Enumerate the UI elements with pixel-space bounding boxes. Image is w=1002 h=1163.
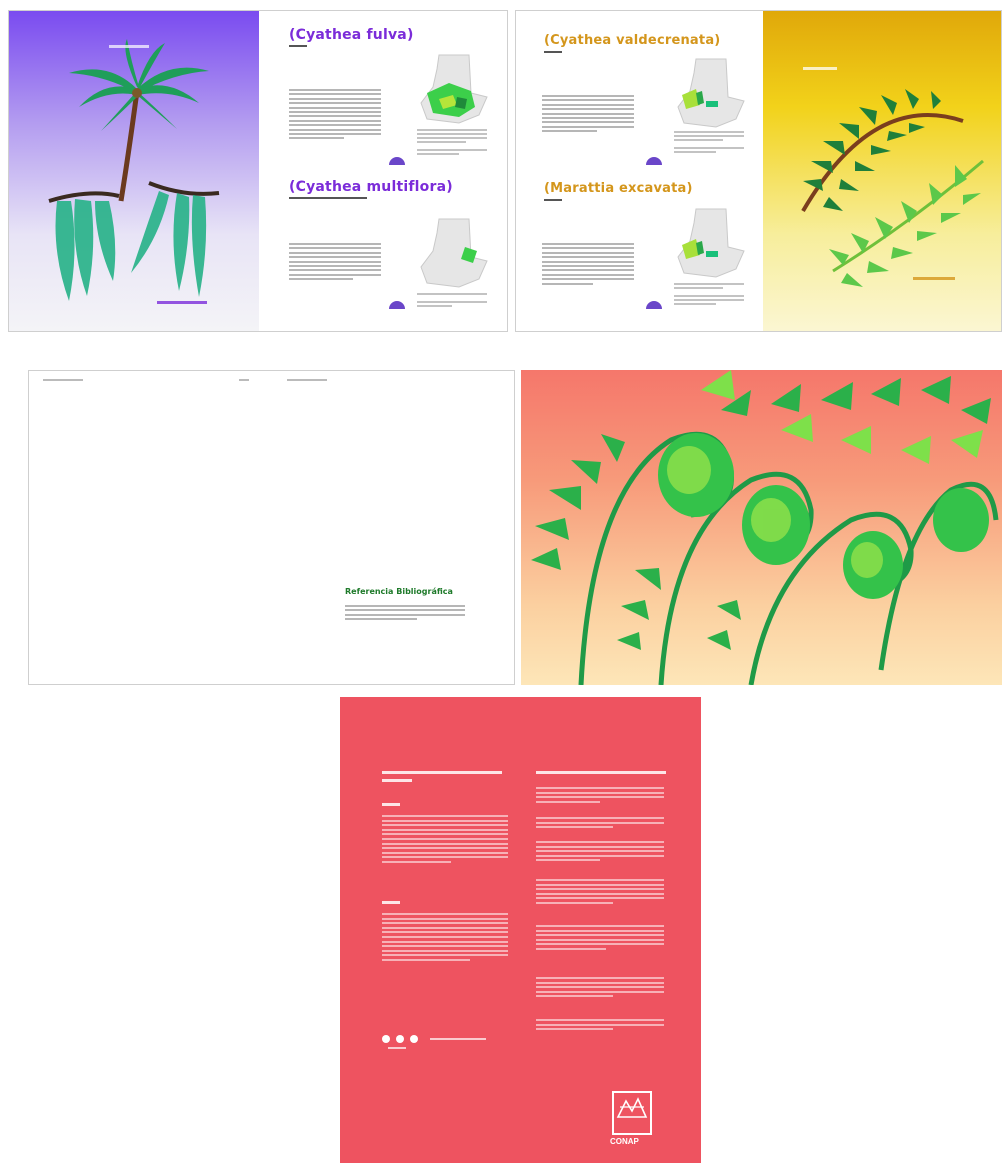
- running-header-right: [287, 379, 327, 381]
- spread-2-right-page: [763, 11, 1001, 331]
- website-text: [430, 1038, 486, 1040]
- bibliography-heading: Referencia Bibliográfica: [345, 587, 453, 596]
- guatemala-distribution-map-3: [677, 58, 745, 128]
- social-handle: [388, 1047, 406, 1049]
- conap-logo: [612, 1091, 652, 1135]
- back-cover-heading-left: [382, 771, 502, 774]
- vision-text: [382, 913, 508, 964]
- species-status-icon-4: [646, 301, 662, 309]
- fern-fiddleheads-illustration: [531, 370, 999, 685]
- spread-1: (Cyathea fulva) (Cyathea multiflora): [8, 10, 508, 332]
- spread-3-left-page: [29, 371, 273, 684]
- functions-text-2: [536, 817, 664, 831]
- spread-2: (Cyathea valdecrenata) (Marattia excavat…: [515, 10, 1002, 332]
- species-status-icon: [389, 157, 405, 165]
- functions-text-4: [536, 879, 664, 907]
- species-title-cyathea-multiflora: (Cyathea multiflora): [289, 179, 453, 195]
- twitter-icon[interactable]: [410, 1035, 418, 1043]
- species-subtitle: [544, 51, 562, 53]
- functions-text-1: [536, 787, 664, 805]
- guatemala-distribution-map: [420, 54, 488, 124]
- back-cover: CONAP: [340, 697, 701, 1163]
- species-title-marattia-excavata: (Marattia excavata): [544, 181, 693, 196]
- functions-heading: [536, 771, 666, 774]
- spread-1-right-page: (Cyathea fulva) (Cyathea multiflora): [259, 11, 507, 331]
- guatemala-distribution-map-4: [677, 208, 745, 278]
- vision-heading: [382, 901, 400, 904]
- spread-1-left-page: [9, 11, 259, 331]
- functions-text-7: [536, 1019, 664, 1033]
- conap-logo-text: CONAP: [610, 1137, 639, 1146]
- map-caption-4: [674, 283, 744, 305]
- conap-logo-emblem: [616, 1097, 648, 1118]
- species-status-icon-2: [389, 301, 405, 309]
- right-page-caption-bottom: [913, 277, 955, 280]
- page-number-left: [239, 379, 249, 381]
- bibliography-text: [345, 605, 465, 623]
- species-body-text-2: [542, 243, 634, 287]
- back-cover-heading-left-2: [382, 779, 412, 782]
- functions-text-5: [536, 925, 664, 953]
- mission-heading: [382, 803, 400, 806]
- map-caption: [417, 129, 487, 155]
- species-subtitle-2: [544, 199, 562, 201]
- spread-3-right-page: Referencia Bibliográfica: [273, 371, 514, 684]
- guatemala-distribution-map-2: [420, 218, 488, 288]
- functions-text-6: [536, 977, 664, 1000]
- map-caption-3: [674, 131, 744, 153]
- species-status-icon-3: [646, 157, 662, 165]
- species-title-cyathea-valdecrenata: (Cyathea valdecrenata): [544, 33, 721, 48]
- species-body-text: [542, 95, 634, 135]
- facebook-icon[interactable]: [382, 1035, 390, 1043]
- instagram-icon[interactable]: [396, 1035, 404, 1043]
- species-subtitle: [289, 45, 307, 47]
- fern-fronds-illustration: [801, 89, 984, 287]
- species-body-text-2: [289, 243, 381, 283]
- species-body-text: [289, 89, 381, 142]
- right-page-caption-top: [803, 67, 837, 70]
- mission-text: [382, 815, 508, 866]
- species-title-cyathea-fulva: (Cyathea fulva): [289, 27, 414, 43]
- spread-2-left-page: (Cyathea valdecrenata) (Marattia excavat…: [516, 11, 763, 331]
- palm-fern-illustration: [48, 39, 220, 301]
- fiddlehead-illustration-page: [521, 370, 1002, 685]
- map-caption-2: [417, 293, 487, 307]
- left-page-caption-bottom: [157, 301, 207, 304]
- left-page-caption-top: [109, 45, 149, 48]
- species-subtitle-2: [289, 197, 367, 199]
- running-header-left: [43, 379, 83, 381]
- functions-text-3: [536, 841, 664, 864]
- spread-3: Referencia Bibliográfica: [28, 370, 515, 685]
